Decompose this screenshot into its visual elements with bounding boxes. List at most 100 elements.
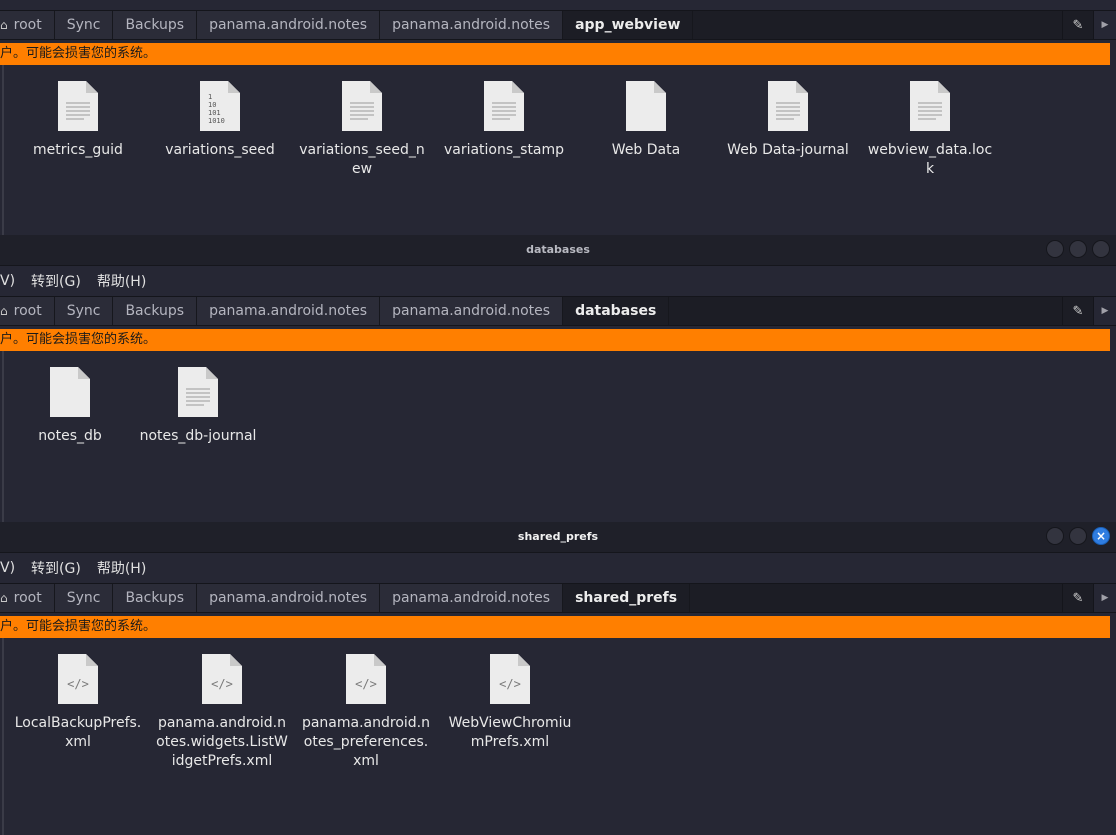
crumb-root[interactable]: ⌂ root (0, 584, 55, 612)
scroll-right-button[interactable]: ▶ (1093, 297, 1116, 325)
window-shared-prefs: shared_prefs × V) 转到(G) 帮助(H) ⌂ root Sync… (0, 522, 1116, 835)
file-item[interactable]: </> LocalBackupPrefs.xml (8, 652, 148, 752)
crumb-panama-2[interactable]: panama.android.notes (380, 584, 564, 612)
file-name: webview_data.lock (867, 142, 993, 177)
blank-file-icon (626, 81, 666, 131)
xml-file-icon: </> (490, 654, 530, 704)
home-icon: ⌂ (0, 591, 8, 605)
edit-location-button[interactable]: ✎ (1062, 584, 1093, 612)
path-spacer (690, 584, 1062, 612)
scroll-right-button[interactable]: ▶ (1093, 584, 1116, 612)
home-icon: ⌂ (0, 18, 8, 32)
crumb-label: Backups (125, 17, 185, 33)
crumb-panama-2[interactable]: panama.android.notes (380, 297, 564, 325)
crumb-label: shared_prefs (575, 590, 678, 606)
file-name: LocalBackupPrefs.xml (14, 715, 142, 750)
triangle-right-icon: ▶ (1101, 20, 1109, 30)
crumb-label: panama.android.notes (392, 303, 551, 319)
file-name: panama.android.notes.widgets.ListWidgetP… (156, 715, 288, 769)
svg-text:</>: </> (67, 677, 89, 691)
crumb-panama-1[interactable]: panama.android.notes (197, 11, 381, 39)
edit-location-button[interactable]: ✎ (1062, 297, 1093, 325)
crumb-app-webview[interactable]: app_webview (563, 11, 694, 39)
file-item[interactable]: Web Data-journal (718, 79, 858, 160)
crumb-shared-prefs[interactable]: shared_prefs (563, 584, 691, 612)
crumb-label: panama.android.notes (209, 590, 368, 606)
minimize-button[interactable] (1046, 527, 1064, 545)
file-item[interactable]: </> panama.android.notes.widgets.ListWid… (152, 652, 292, 771)
file-name: variations_seed_new (299, 142, 425, 177)
menu-go[interactable]: 转到(G) (31, 558, 81, 578)
menu-view[interactable]: V) (0, 273, 15, 289)
svg-text:10: 10 (208, 101, 216, 109)
file-item[interactable]: notes_db-journal (128, 365, 268, 446)
title-bar[interactable]: databases (0, 235, 1116, 266)
title-bar[interactable]: shared_prefs × (0, 522, 1116, 553)
crumb-panama-2[interactable]: panama.android.notes (380, 11, 564, 39)
crumb-label: app_webview (575, 17, 681, 33)
menu-help[interactable]: 帮助(H) (97, 271, 146, 291)
svg-text:1: 1 (208, 93, 212, 101)
scroll-right-button[interactable]: ▶ (1093, 11, 1116, 39)
crumb-databases[interactable]: databases (563, 297, 670, 325)
crumb-label: root (13, 590, 42, 606)
binary-file-icon: 1101011010 (200, 81, 240, 131)
maximize-button[interactable] (1069, 240, 1087, 258)
file-item[interactable]: variations_seed_new (292, 79, 432, 179)
file-name: metrics_guid (33, 142, 123, 158)
crumb-sync[interactable]: Sync (54, 11, 114, 39)
file-grid: </> LocalBackupPrefs.xml </> panama.andr… (2, 638, 1116, 835)
file-item[interactable]: webview_data.lock (860, 79, 1000, 179)
menu-help[interactable]: 帮助(H) (97, 558, 146, 578)
menu-bar: V) 转到(G) 帮助(H) (0, 266, 1116, 296)
file-item[interactable]: </> panama.android.notes_preferences.xml (296, 652, 436, 771)
crumb-root[interactable]: ⌂ root (0, 11, 55, 39)
minimize-button[interactable] (1046, 240, 1064, 258)
file-item[interactable]: metrics_guid (8, 79, 148, 160)
file-item[interactable]: </> WebViewChromiumPrefs.xml (440, 652, 580, 752)
crumb-label: panama.android.notes (209, 303, 368, 319)
svg-text:1010: 1010 (208, 117, 225, 125)
file-item[interactable]: Web Data (576, 79, 716, 160)
menu-bar: V) 转到(G) 帮助(H) (0, 553, 1116, 583)
file-name: WebViewChromiumPrefs.xml (448, 715, 572, 750)
xml-file-icon: </> (202, 654, 242, 704)
svg-text:</>: </> (211, 677, 233, 691)
crumb-label: root (13, 303, 42, 319)
file-name: variations_stamp (443, 142, 565, 158)
xml-file-icon: </> (58, 654, 98, 704)
close-icon: × (1095, 529, 1107, 543)
blank-file-icon (50, 367, 90, 417)
file-item[interactable]: notes_db (0, 365, 140, 446)
window-title: shared_prefs (517, 530, 599, 543)
crumb-root[interactable]: ⌂ root (0, 297, 55, 325)
crumb-backups[interactable]: Backups (113, 11, 198, 39)
close-button[interactable] (1092, 240, 1110, 258)
window-databases: databases V) 转到(G) 帮助(H) ⌂ root Sync Back… (0, 235, 1116, 522)
warning-banner: 户。可能会损害您的系统。 (0, 329, 1110, 351)
file-item[interactable]: 1 10 101 1010 variations_seed (150, 79, 290, 160)
crumb-panama-1[interactable]: panama.android.notes (197, 584, 381, 612)
crumb-backups[interactable]: Backups (113, 297, 198, 325)
crumb-backups[interactable]: Backups (113, 584, 198, 612)
crumb-label: root (13, 17, 42, 33)
crumb-panama-1[interactable]: panama.android.notes (197, 297, 381, 325)
file-name: variations_seed (165, 142, 275, 158)
menu-go[interactable]: 转到(G) (31, 271, 81, 291)
file-name: notes_db-journal (139, 428, 257, 444)
file-grid: metrics_guid 1 10 101 1010 variations_seed … (2, 65, 1116, 235)
maximize-button[interactable] (1069, 527, 1087, 545)
triangle-right-icon: ▶ (1101, 593, 1109, 603)
close-button[interactable]: × (1092, 527, 1110, 545)
text-file-icon (484, 81, 524, 131)
path-bar: ⌂ root Sync Backups panama.android.notes … (0, 296, 1116, 326)
file-item[interactable]: variations_stamp (434, 79, 574, 160)
xml-file-icon: </> (346, 654, 386, 704)
crumb-sync[interactable]: Sync (54, 297, 114, 325)
menu-view[interactable]: V) (0, 560, 15, 576)
svg-text:</>: </> (355, 677, 377, 691)
crumb-label: Sync (66, 303, 101, 319)
text-file-icon (768, 81, 808, 131)
crumb-sync[interactable]: Sync (54, 584, 114, 612)
edit-location-button[interactable]: ✎ (1062, 11, 1093, 39)
